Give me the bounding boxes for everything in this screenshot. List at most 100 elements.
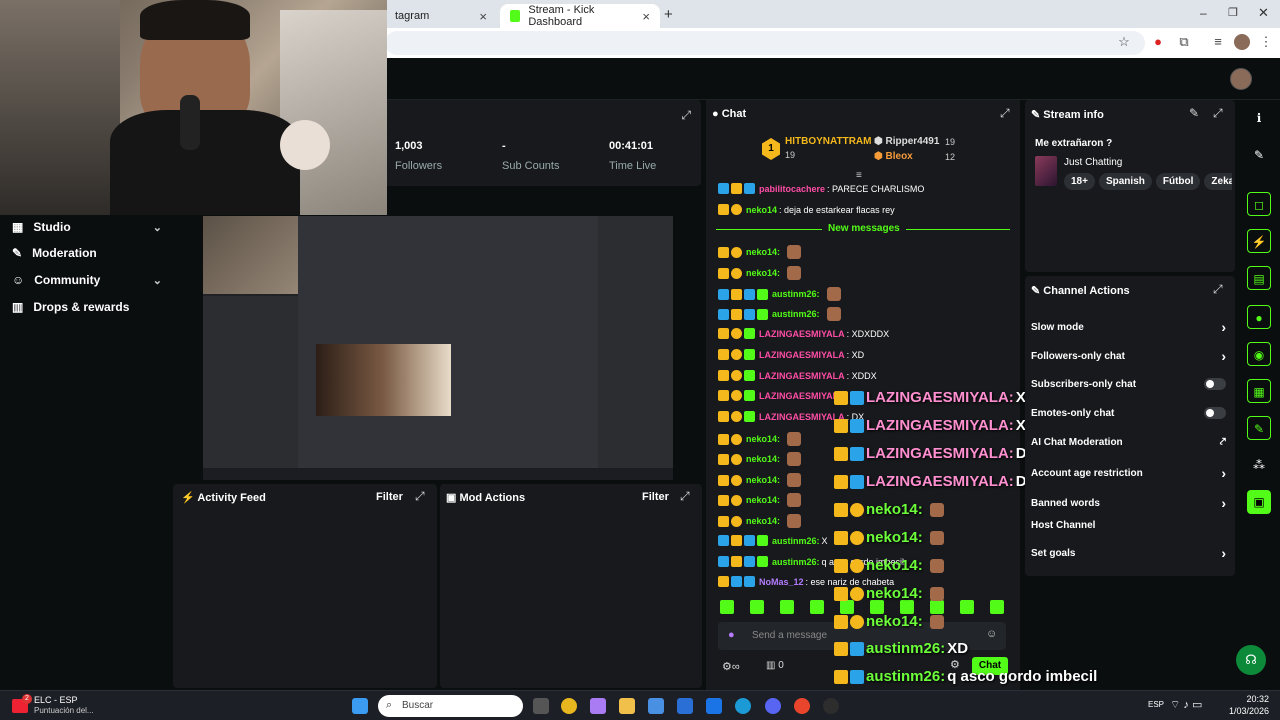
channel-action-emotes-only-chat[interactable]: Emotes-only chat [1031, 407, 1226, 419]
popout-icon[interactable]: ⤢ [1213, 282, 1223, 297]
pin-icon[interactable]: ≡ [856, 170, 862, 181]
chat-username[interactable]: pabilitocachere [759, 184, 825, 194]
chat-username[interactable]: neko14: [746, 516, 780, 526]
channel-action-followers-only-chat[interactable]: Followers-only chat › [1031, 348, 1226, 364]
chat-message[interactable]: LAZINGAESMIYALA: XDXDDX [718, 328, 889, 339]
chat-username[interactable]: NoMas_12 [759, 577, 804, 587]
taskbar-search[interactable]: ⌕ Buscar [378, 695, 523, 717]
emoji-icon[interactable]: ☺ [986, 628, 997, 640]
popout-icon[interactable]: ⤢ [681, 108, 691, 123]
window-close-icon[interactable]: ✕ [1258, 5, 1269, 21]
document-icon[interactable]: ▤ [1247, 266, 1271, 290]
emote-icon[interactable] [750, 600, 764, 614]
media-icon[interactable]: ≡ [1210, 34, 1226, 50]
edge-icon[interactable] [735, 698, 751, 714]
discord-icon[interactable] [765, 698, 781, 714]
users-icon[interactable]: ⁂ [1247, 453, 1271, 477]
extension-icon[interactable]: ● [1150, 34, 1166, 50]
chat-message[interactable]: neko14: [718, 493, 802, 507]
popout-icon[interactable]: ⤢ [680, 489, 690, 504]
mail-icon[interactable] [677, 698, 693, 714]
chat-message[interactable]: austinm26: X [718, 535, 828, 546]
chat-message[interactable]: neko14: [718, 452, 802, 466]
chat-message[interactable]: neko14: [718, 473, 802, 487]
language-indicator[interactable]: ESP [1148, 700, 1164, 709]
chat-username[interactable]: neko14: [746, 434, 780, 444]
mod-filter-button[interactable]: Filter [642, 491, 669, 503]
sidebar-item-studio[interactable]: ▦ Studio ⌄ [12, 220, 162, 234]
popout-icon[interactable]: ⤢ [1000, 106, 1010, 121]
chrome-icon[interactable] [561, 698, 577, 714]
popout-icon[interactable]: ⤢ [415, 489, 425, 504]
chat-username[interactable]: LAZINGAESMIYALA [759, 371, 845, 381]
sidebar-item-moderation[interactable]: ✎ Moderation [12, 246, 162, 260]
app-icon[interactable] [794, 698, 810, 714]
chat-username[interactable]: LAZINGAESMIYALA [759, 412, 845, 422]
chat-username[interactable]: austinm26: [772, 557, 820, 567]
chat-username[interactable]: neko14: [746, 495, 780, 505]
maximize-icon[interactable]: ❐ [1228, 6, 1238, 19]
close-icon[interactable]: × [479, 9, 487, 24]
chat-message[interactable]: neko14: [718, 514, 802, 528]
channel-action-slow-mode[interactable]: Slow mode › [1031, 319, 1226, 335]
chat-message[interactable]: neko14: [718, 266, 802, 280]
settings-users-icon[interactable]: ⚙∞ [722, 660, 740, 673]
url-field[interactable] [385, 31, 1145, 55]
profile-avatar-icon[interactable] [1234, 34, 1250, 50]
channel-action-ai-chat-moderation[interactable]: AI Chat Moderation ⤤ [1031, 436, 1226, 449]
chat-message[interactable]: austinm26: [718, 287, 841, 301]
chat-username[interactable]: austinm26: [772, 536, 820, 546]
channel-action-set-goals[interactable]: Set goals › [1031, 545, 1226, 561]
broadcast-icon[interactable]: ◉ [1247, 342, 1271, 366]
sidebar-item-community[interactable]: ☺ Community ⌄ [12, 273, 162, 287]
dropbox-icon[interactable] [706, 698, 722, 714]
chat-username[interactable]: LAZINGAESMIYALA [759, 391, 845, 401]
chat-username[interactable]: neko14: [746, 247, 780, 257]
windows-start-icon[interactable] [352, 698, 368, 714]
chat-message[interactable]: pabilitocachere: PARECE CHARLISMO [718, 183, 924, 194]
chat-username[interactable]: neko14: [746, 475, 780, 485]
chat-message[interactable]: neko14: [718, 432, 802, 446]
chat-username[interactable]: neko14 [746, 205, 777, 215]
chat-username[interactable]: austinm26: [772, 309, 820, 319]
tab-instagram[interactable]: tagram × [385, 4, 497, 28]
wrench-icon[interactable]: ✎ [1247, 416, 1271, 440]
chat-message[interactable]: neko14: [718, 245, 802, 259]
support-headset-icon[interactable]: ☊ [1236, 645, 1266, 675]
chat-bubble-icon[interactable]: ● [1247, 305, 1271, 329]
emote-icon[interactable] [870, 600, 884, 614]
activity-filter-button[interactable]: Filter [376, 491, 403, 503]
chat-username[interactable]: austinm26: [772, 289, 820, 299]
network-volume-battery-icon[interactable]: ⌔ ♪ ▭ [1170, 698, 1202, 712]
bookmark-star-icon[interactable]: ☆ [1116, 34, 1132, 50]
layout-icon[interactable]: ▦ [1247, 379, 1271, 403]
chat-message[interactable]: LAZINGAESMIYALA [718, 390, 847, 401]
sidebar-item-drops-rewards[interactable]: ▥ Drops & rewards [12, 300, 162, 314]
record-icon[interactable]: ◻ [1247, 192, 1271, 216]
chat-message[interactable]: LAZINGAESMIYALA: XDDX [718, 370, 877, 381]
close-icon[interactable]: × [642, 9, 650, 24]
file-explorer-icon[interactable] [619, 698, 635, 714]
kick-app-icon[interactable]: ▣ [1247, 490, 1271, 514]
emote-icon[interactable] [810, 600, 824, 614]
chat-username[interactable]: neko14: [746, 454, 780, 464]
channel-action-banned-words[interactable]: Banned words › [1031, 495, 1226, 511]
copilot-icon[interactable] [590, 698, 606, 714]
emote-icon[interactable] [840, 600, 854, 614]
store-icon[interactable] [648, 698, 664, 714]
chat-username[interactable]: neko14: [746, 268, 780, 278]
user-avatar[interactable] [1230, 68, 1252, 90]
menu-dots-icon[interactable]: ⋮ [1258, 34, 1274, 50]
chat-username[interactable]: LAZINGAESMIYALA [759, 329, 845, 339]
emote-icon[interactable] [780, 600, 794, 614]
new-tab-icon[interactable]: + [664, 6, 673, 23]
emote-icon[interactable] [960, 600, 974, 614]
emote-icon[interactable] [720, 600, 734, 614]
popout-icon[interactable]: ⤢ [1213, 106, 1223, 121]
tab-kick-dashboard[interactable]: Stream - Kick Dashboard × [500, 4, 660, 28]
emote-icon[interactable] [900, 600, 914, 614]
obs-icon[interactable] [823, 698, 839, 714]
toggle-switch[interactable] [1204, 378, 1226, 390]
edit-icon[interactable]: ✎ [1189, 106, 1199, 120]
channel-action-subscribers-only-chat[interactable]: Subscribers-only chat [1031, 378, 1226, 390]
